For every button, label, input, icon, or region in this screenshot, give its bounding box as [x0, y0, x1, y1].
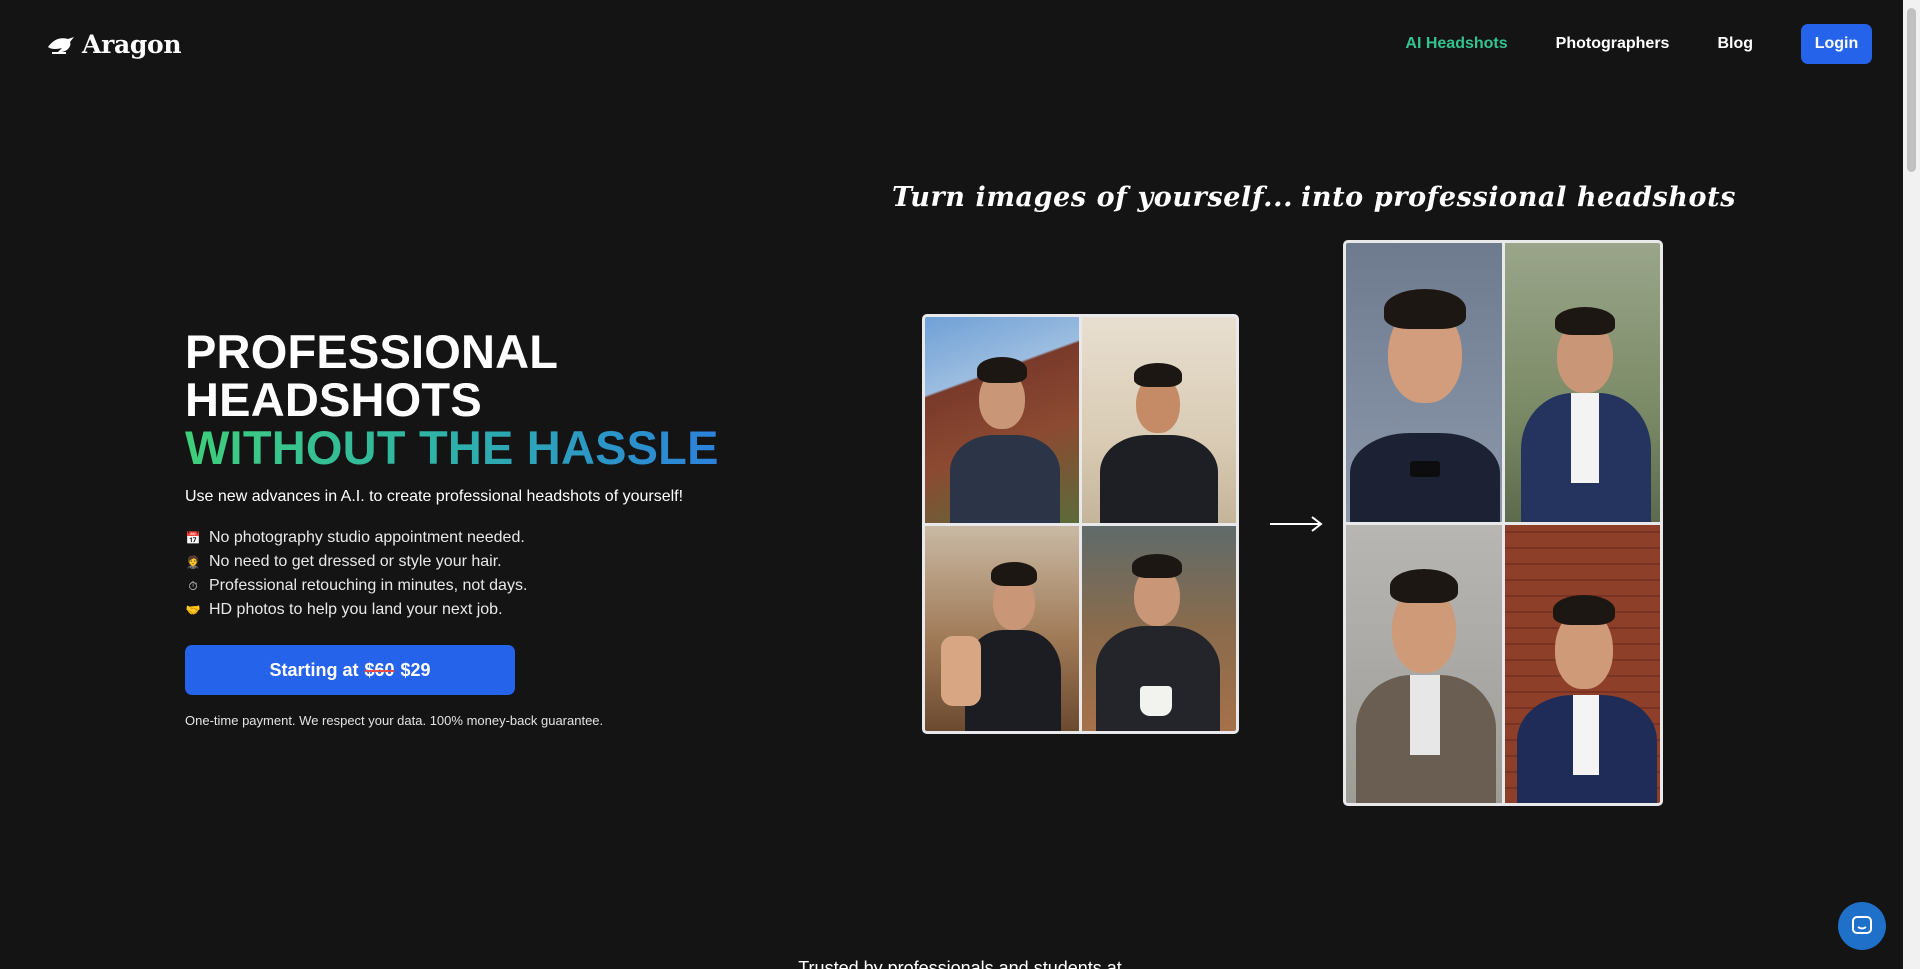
scrollbar-thumb[interactable]	[1907, 8, 1916, 172]
selfie-photo	[925, 317, 1079, 523]
nav-photographers[interactable]: Photographers	[1556, 35, 1670, 53]
hero-subtitle: Use new advances in A.I. to create profe…	[185, 488, 684, 505]
feature-text: No need to get dressed or style your hai…	[209, 553, 502, 570]
feature-text: No photography studio appointment needed…	[209, 529, 525, 546]
headshot-photo	[1346, 243, 1502, 522]
calendar-icon: 📅	[185, 531, 201, 545]
feature-list: 📅 No photography studio appointment need…	[185, 526, 745, 622]
stopwatch-icon: ⏱	[188, 579, 198, 593]
nav-blog[interactable]: Blog	[1717, 35, 1753, 53]
hero-title-highlight: WITHOUT THE HASSLE	[185, 424, 745, 472]
nav-ai-headshots[interactable]: AI Headshots	[1405, 35, 1507, 53]
headshot-photo	[1504, 524, 1660, 803]
feature-item: 🤝 HD photos to help you land your next j…	[185, 598, 745, 622]
selfie-grid	[922, 314, 1239, 734]
pricing-cta-button[interactable]: Starting at $60 $29	[185, 645, 515, 695]
cta-old-price: $60	[364, 659, 395, 680]
feature-text: Professional retouching in minutes, not …	[209, 577, 528, 594]
cta-price: $29	[400, 659, 431, 680]
chat-launcher-button[interactable]	[1838, 902, 1886, 950]
top-nav: AI Headshots Photographers Blog Login	[1357, 24, 1872, 64]
feature-item: ⏱ Professional retouching in minutes, no…	[185, 574, 745, 598]
handshake-icon: 🤝	[185, 603, 201, 617]
hero-section: PROFESSIONAL HEADSHOTS WITHOUT THE HASSL…	[185, 328, 745, 728]
hero-title-line-1: PROFESSIONAL	[185, 325, 559, 378]
caption-after: into professional headshots	[1301, 182, 1737, 213]
selfie-photo	[1082, 525, 1236, 731]
aragon-bird-logo-icon	[48, 36, 74, 54]
cta-prefix: Starting at	[269, 659, 359, 680]
trusted-by-text: Trusted by professionals and students at	[798, 958, 1122, 969]
suit-person-icon: 🤵	[185, 555, 201, 569]
feature-item: 🤵 No need to get dressed or style your h…	[185, 550, 745, 574]
caption-before: Turn images of yourself...	[892, 182, 1294, 213]
brand-logo[interactable]: Aragon	[46, 30, 182, 59]
login-button[interactable]: Login	[1801, 24, 1872, 64]
brand-name: Aragon	[82, 30, 182, 59]
headshot-grid	[1343, 240, 1663, 806]
page-scrollbar[interactable]	[1903, 0, 1920, 969]
hero-title-line-2: HEADSHOTS	[185, 373, 482, 426]
selfie-photo	[925, 525, 1079, 731]
guarantee-text: One-time payment. We respect your data. …	[185, 713, 604, 728]
headshot-photo	[1504, 243, 1660, 522]
chat-bubble-icon	[1852, 916, 1872, 934]
right-arrow-icon	[1270, 516, 1323, 532]
selfie-photo	[1082, 317, 1236, 523]
feature-text: HD photos to help you land your next job…	[209, 601, 503, 618]
hero-title: PROFESSIONAL HEADSHOTS WITHOUT THE HASSL…	[185, 328, 745, 472]
headshot-photo	[1346, 524, 1502, 803]
feature-item: 📅 No photography studio appointment need…	[185, 526, 745, 550]
